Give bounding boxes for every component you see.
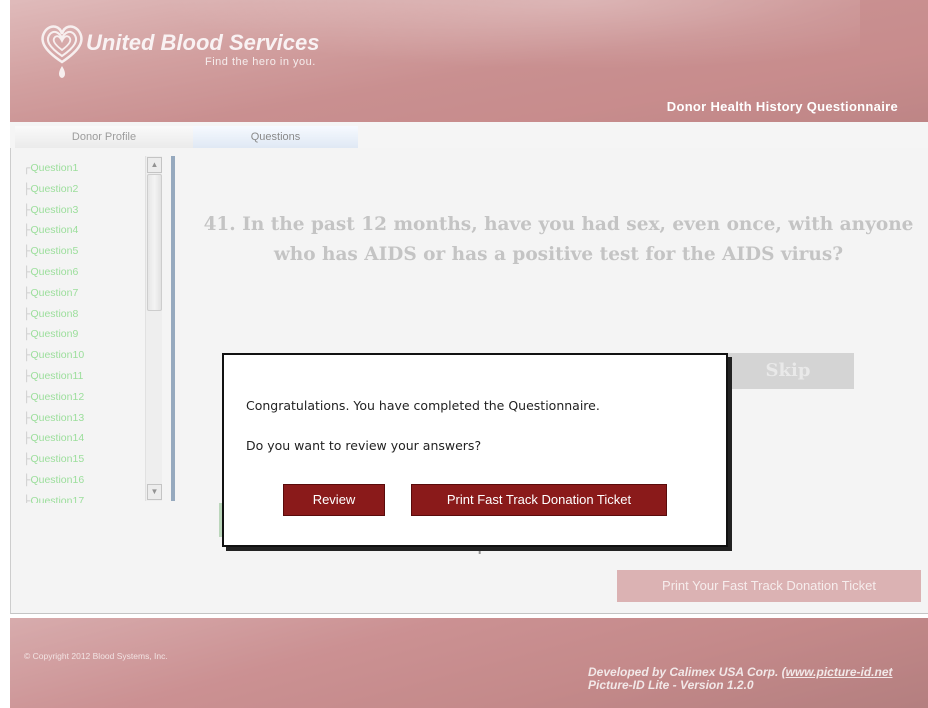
completion-dialog: Congratulations. You have completed the … <box>222 353 728 547</box>
print-ticket-dialog-button[interactable]: Print Fast Track Donation Ticket <box>411 484 667 516</box>
dialog-message: Congratulations. You have completed the … <box>246 398 600 413</box>
dialog-question: Do you want to review your answers? <box>246 438 482 453</box>
review-button[interactable]: Review <box>283 484 385 516</box>
